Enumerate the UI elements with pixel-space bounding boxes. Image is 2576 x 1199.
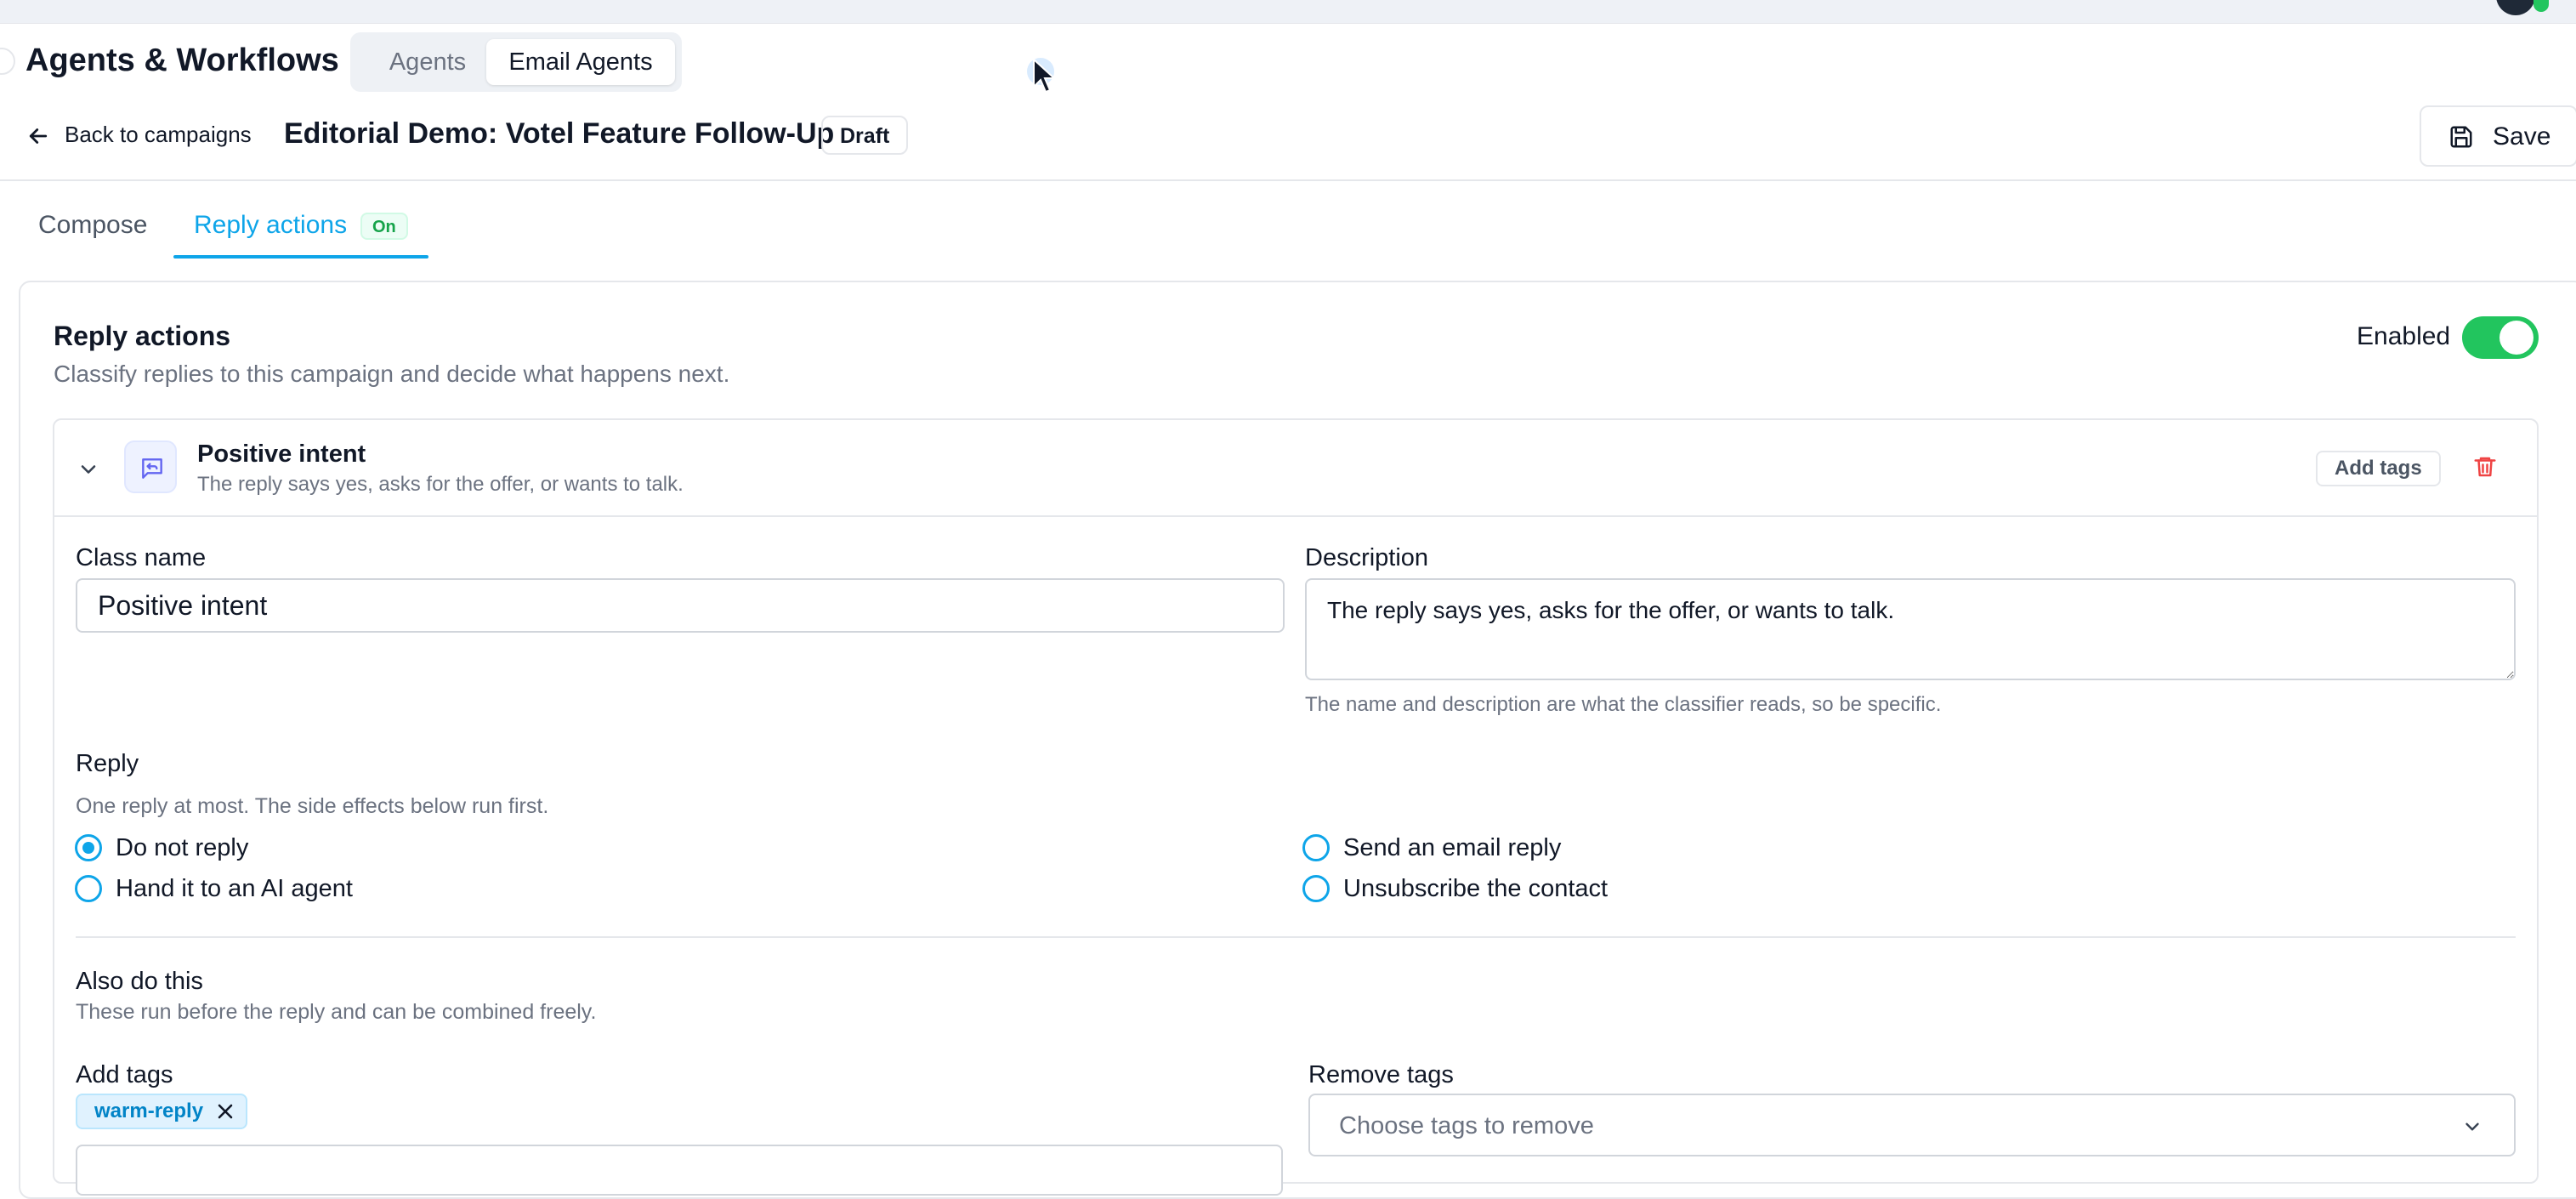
- remove-tags-placeholder: Choose tags to remove: [1339, 1112, 1594, 1139]
- class-name-input[interactable]: [76, 578, 1285, 633]
- class-summary: The reply says yes, asks for the offer, …: [197, 473, 684, 496]
- header-divider: [0, 179, 2576, 181]
- tab-reply-actions[interactable]: Reply actions: [194, 211, 347, 240]
- cursor-icon: [1027, 56, 1061, 95]
- radio-label-unsubscribe-contact[interactable]: Unsubscribe the contact: [1343, 875, 1608, 903]
- description-label: Description: [1305, 544, 1429, 571]
- section-divider: [76, 936, 2516, 938]
- active-tab-indicator: [173, 255, 428, 259]
- page-title: Editorial Demo: Votel Feature Follow-Up: [284, 117, 835, 150]
- sidebar-toggle[interactable]: [0, 48, 15, 75]
- chevron-down-icon[interactable]: [77, 457, 100, 481]
- status-badge: Draft: [821, 116, 909, 155]
- reply-label: Reply: [76, 750, 139, 777]
- agent-type-switcher: Agents Email Agents: [350, 32, 682, 92]
- remove-tags-select[interactable]: Choose tags to remove: [1308, 1094, 2516, 1156]
- add-tags-input[interactable]: [76, 1145, 1283, 1196]
- radio-send-email-reply[interactable]: [1302, 834, 1330, 861]
- also-do-this-help: These run before the reply and can be co…: [76, 1000, 597, 1024]
- segment-email-agents[interactable]: Email Agents: [486, 39, 675, 85]
- segment-agents[interactable]: Agents: [364, 39, 491, 85]
- tab-compose[interactable]: Compose: [38, 211, 147, 240]
- radio-label-do-not-reply[interactable]: Do not reply: [116, 834, 248, 862]
- radio-do-not-reply[interactable]: [75, 834, 102, 861]
- section-title: Reply actions: [54, 321, 231, 351]
- class-header-divider: [54, 515, 2537, 517]
- enabled-label: Enabled: [2357, 322, 2451, 350]
- radio-unsubscribe-contact[interactable]: [1302, 875, 1330, 902]
- arrow-left-icon[interactable]: [26, 123, 51, 149]
- chevron-down-icon: [2461, 1116, 2483, 1138]
- add-tags-label: Add tags: [76, 1061, 173, 1088]
- radio-hand-to-ai-agent[interactable]: [75, 875, 102, 902]
- radio-label-hand-to-ai-agent[interactable]: Hand it to an AI agent: [116, 875, 353, 903]
- message-reply-icon: [124, 440, 177, 493]
- description-textarea[interactable]: The reply says yes, asks for the offer, …: [1305, 578, 2516, 680]
- add-tags-button[interactable]: Add tags: [2316, 451, 2441, 486]
- save-icon: [2448, 124, 2474, 150]
- class-title: Positive intent: [197, 440, 366, 468]
- tag-chip-label: warm-reply: [94, 1100, 204, 1122]
- radio-label-send-email-reply[interactable]: Send an email reply: [1343, 834, 1561, 862]
- top-bar: [0, 0, 2576, 24]
- class-name-label: Class name: [76, 544, 207, 571]
- close-icon[interactable]: [215, 1101, 235, 1122]
- tab-status-badge: On: [360, 213, 408, 240]
- save-label: Save: [2493, 122, 2551, 151]
- tag-chip: warm-reply: [76, 1094, 248, 1129]
- toggle-knob: [2499, 321, 2533, 355]
- reply-help: One reply at most. The side effects belo…: [76, 794, 549, 818]
- also-do-this-label: Also do this: [76, 968, 203, 995]
- enabled-toggle[interactable]: [2462, 316, 2539, 359]
- description-help: The name and description are what the cl…: [1305, 693, 1942, 716]
- trash-icon[interactable]: [2472, 454, 2498, 480]
- remove-tags-label: Remove tags: [1308, 1061, 1454, 1088]
- save-button[interactable]: Save: [2420, 105, 2576, 167]
- back-to-campaigns-link[interactable]: Back to campaigns: [65, 122, 252, 148]
- app-title: Agents & Workflows: [26, 43, 339, 78]
- section-subtitle: Classify replies to this campaign and de…: [54, 361, 730, 387]
